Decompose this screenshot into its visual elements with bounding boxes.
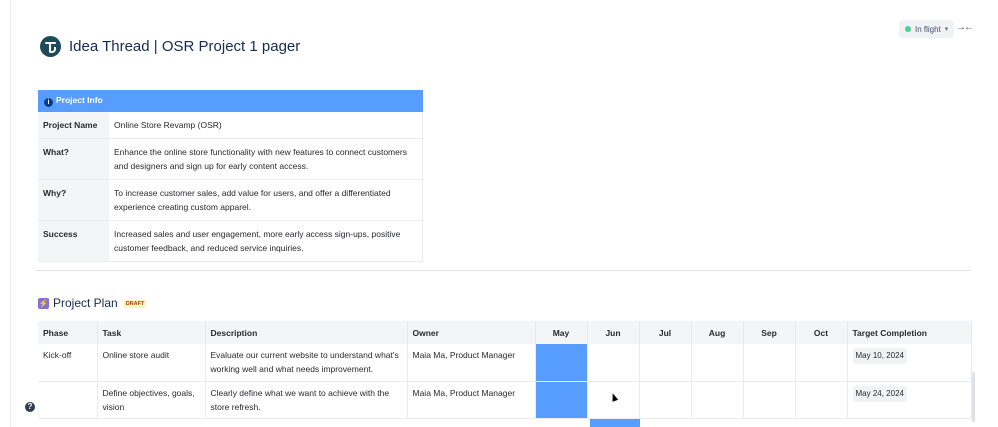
col-sep[interactable]: Sep [743, 321, 796, 344]
cell-month-jul[interactable] [639, 344, 692, 382]
project-plan-title: Project Plan [53, 296, 118, 310]
cell-month-jun[interactable] [587, 344, 640, 382]
status-label: In flight [915, 24, 941, 34]
table-row: Kick-off Online store audit Evaluate our… [38, 344, 972, 382]
table-row: What? Enhance the online store functiona… [38, 138, 423, 180]
row-value: Increased sales and user engagement, mor… [109, 220, 423, 262]
table-row: Project Name Online Store Revamp (OSR) [38, 112, 423, 139]
cell-month-may[interactable] [535, 381, 588, 419]
row-label: What? [38, 138, 109, 180]
cell-month-sep[interactable] [743, 381, 796, 419]
cell-month-oct[interactable] [795, 381, 848, 419]
help-icon[interactable]: ? [25, 402, 35, 412]
row-label: Why? [38, 179, 109, 221]
table-row: Success Increased sales and user engagem… [38, 220, 423, 262]
collapse-icon[interactable]: →← [956, 22, 974, 33]
chevron-down-icon: ▾ [944, 26, 949, 33]
table-row: Define objectives, goals, vision Clearly… [38, 381, 972, 419]
cell-phase[interactable]: Kick-off [38, 344, 98, 382]
cell-month-sep[interactable] [743, 344, 796, 382]
cell-task[interactable]: Define objectives, goals, vision [97, 381, 206, 419]
cell-target[interactable]: May 24, 2024 [847, 381, 972, 419]
project-info-table: i Project Info Project Name Online Store … [38, 90, 423, 262]
cell-month-aug[interactable] [691, 381, 744, 419]
col-may[interactable]: May [535, 321, 588, 344]
col-jun[interactable]: Jun [587, 321, 640, 344]
header-row: Phase Task Description Owner May Jun Jul… [38, 321, 972, 344]
col-owner[interactable]: Owner [407, 321, 536, 344]
table-row: Why? To increase customer sales, add val… [38, 179, 423, 221]
cell-target[interactable]: May 10, 2024 [847, 344, 972, 382]
lightning-icon: ⚡ [38, 297, 49, 309]
cell-month-may[interactable] [535, 344, 588, 382]
date-chip[interactable]: May 10, 2024 [852, 348, 907, 364]
next-row-fill [590, 419, 640, 427]
col-aug[interactable]: Aug [691, 321, 744, 344]
status-lozenge[interactable]: In flight ▾ [899, 20, 955, 38]
project-plan-table: Phase Task Description Owner May Jun Jul… [38, 321, 972, 419]
col-jul[interactable]: Jul [639, 321, 692, 344]
date-chip[interactable]: May 24, 2024 [852, 385, 907, 402]
cell-description[interactable]: Evaluate our current website to understa… [205, 344, 408, 382]
space-logo-icon [40, 36, 61, 57]
cell-month-jul[interactable] [639, 381, 692, 419]
cell-month-aug[interactable] [691, 344, 744, 382]
col-description[interactable]: Description [205, 321, 408, 344]
divider [36, 270, 971, 271]
info-icon: i [44, 98, 53, 107]
cell-task[interactable]: Online store audit [97, 344, 206, 382]
cell-phase[interactable] [38, 381, 98, 419]
scrollbar[interactable] [972, 372, 975, 422]
col-target[interactable]: Target Completion [847, 321, 972, 344]
project-plan-heading: ⚡ Project Plan DRAFT [38, 296, 147, 310]
col-phase[interactable]: Phase [38, 321, 98, 344]
cell-owner[interactable]: Maia Ma, Product Manager [407, 381, 536, 419]
draft-badge: DRAFT [123, 300, 147, 308]
title-row: Idea Thread | OSR Project 1 pager [40, 36, 300, 57]
cell-owner[interactable]: Maia Ma, Product Manager [407, 344, 536, 382]
page-title: Idea Thread | OSR Project 1 pager [69, 38, 301, 55]
cell-description[interactable]: Clearly define what we want to achieve w… [205, 381, 408, 419]
project-info-header-label: Project Info [56, 95, 103, 105]
row-label: Success [38, 220, 109, 262]
col-oct[interactable]: Oct [795, 321, 848, 344]
project-info-header: i Project Info [38, 90, 423, 112]
cell-month-oct[interactable] [795, 344, 848, 382]
row-value: To increase customer sales, add value fo… [109, 179, 423, 221]
row-value: Online Store Revamp (OSR) [109, 112, 423, 139]
row-value: Enhance the online store functionality w… [109, 138, 423, 180]
col-task[interactable]: Task [97, 321, 206, 344]
status-dot-icon [905, 26, 911, 32]
row-label: Project Name [38, 112, 109, 139]
